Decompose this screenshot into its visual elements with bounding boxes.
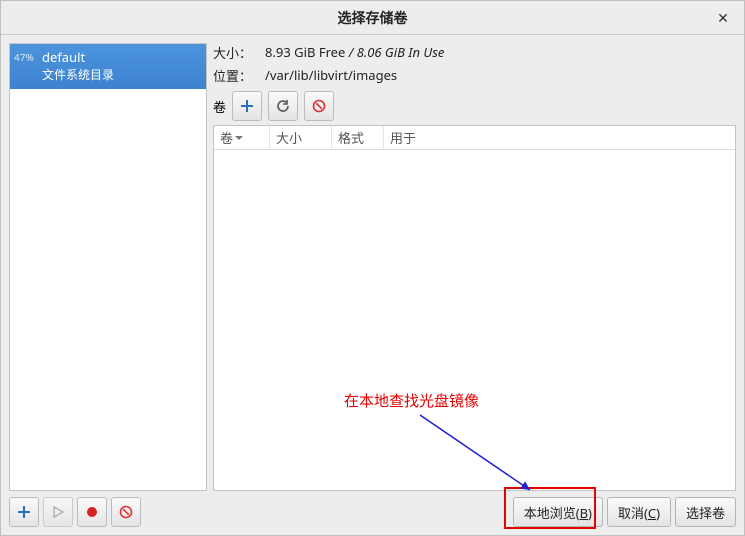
pool-percent: 47% — [14, 50, 34, 64]
delete-icon — [119, 505, 133, 519]
play-icon — [52, 506, 64, 518]
pool-info: 大小： 8.93 GiB Free / 8.06 GiB In Use 位置： … — [213, 43, 736, 85]
bottom-toolbar: 本地浏览(B) 取消(C) 选择卷 — [9, 497, 736, 527]
delete-volume-button[interactable] — [304, 91, 334, 121]
choose-volume-button[interactable]: 选择卷 — [675, 497, 736, 527]
volume-table-body — [214, 150, 735, 490]
size-label: 大小： — [213, 43, 265, 62]
col-size[interactable]: 大小 — [270, 126, 332, 149]
delete-pool-button[interactable] — [111, 497, 141, 527]
volume-table-header: 卷 大小 格式 用于 — [214, 126, 735, 150]
col-volume[interactable]: 卷 — [214, 126, 270, 149]
pool-name: default — [42, 48, 200, 66]
plus-icon — [17, 505, 31, 519]
sort-desc-icon — [235, 134, 243, 142]
cancel-button[interactable]: 取消(C) — [607, 497, 671, 527]
storage-pool-list[interactable]: 47% default 文件系统目录 — [9, 43, 207, 491]
size-value: 8.93 GiB Free / 8.06 GiB In Use — [265, 43, 736, 62]
volumes-label: 卷 — [213, 97, 226, 116]
main-row: 47% default 文件系统目录 大小： 8.93 GiB Free / 8… — [9, 43, 736, 491]
refresh-volumes-button[interactable] — [268, 91, 298, 121]
plus-icon — [240, 99, 254, 113]
refresh-icon — [276, 99, 290, 113]
close-button[interactable]: ✕ — [712, 7, 734, 29]
storage-dialog: 选择存储卷 ✕ 47% default 文件系统目录 大小： 8.93 GiB … — [0, 0, 745, 536]
pool-subtitle: 文件系统目录 — [42, 66, 200, 83]
stop-icon — [86, 506, 98, 518]
window-title: 选择存储卷 — [338, 8, 408, 28]
location-value: /var/lib/libvirt/images — [265, 66, 736, 85]
close-icon: ✕ — [717, 9, 729, 28]
volume-toolbar: 卷 — [213, 91, 736, 121]
annotation-text: 在本地查找光盘镜像 — [344, 390, 479, 411]
titlebar: 选择存储卷 ✕ — [1, 1, 744, 35]
location-label: 位置： — [213, 66, 265, 85]
browse-local-button[interactable]: 本地浏览(B) — [513, 497, 603, 527]
add-pool-button[interactable] — [9, 497, 39, 527]
pool-detail-pane: 大小： 8.93 GiB Free / 8.06 GiB In Use 位置： … — [213, 43, 736, 491]
storage-pool-item[interactable]: 47% default 文件系统目录 — [10, 44, 206, 89]
stop-pool-button[interactable] — [77, 497, 107, 527]
start-pool-button[interactable] — [43, 497, 73, 527]
add-volume-button[interactable] — [232, 91, 262, 121]
col-format[interactable]: 格式 — [332, 126, 384, 149]
col-usedby[interactable]: 用于 — [384, 126, 735, 149]
content-area: 47% default 文件系统目录 大小： 8.93 GiB Free / 8… — [1, 35, 744, 535]
volume-table[interactable]: 卷 大小 格式 用于 — [213, 125, 736, 491]
delete-icon — [312, 99, 326, 113]
